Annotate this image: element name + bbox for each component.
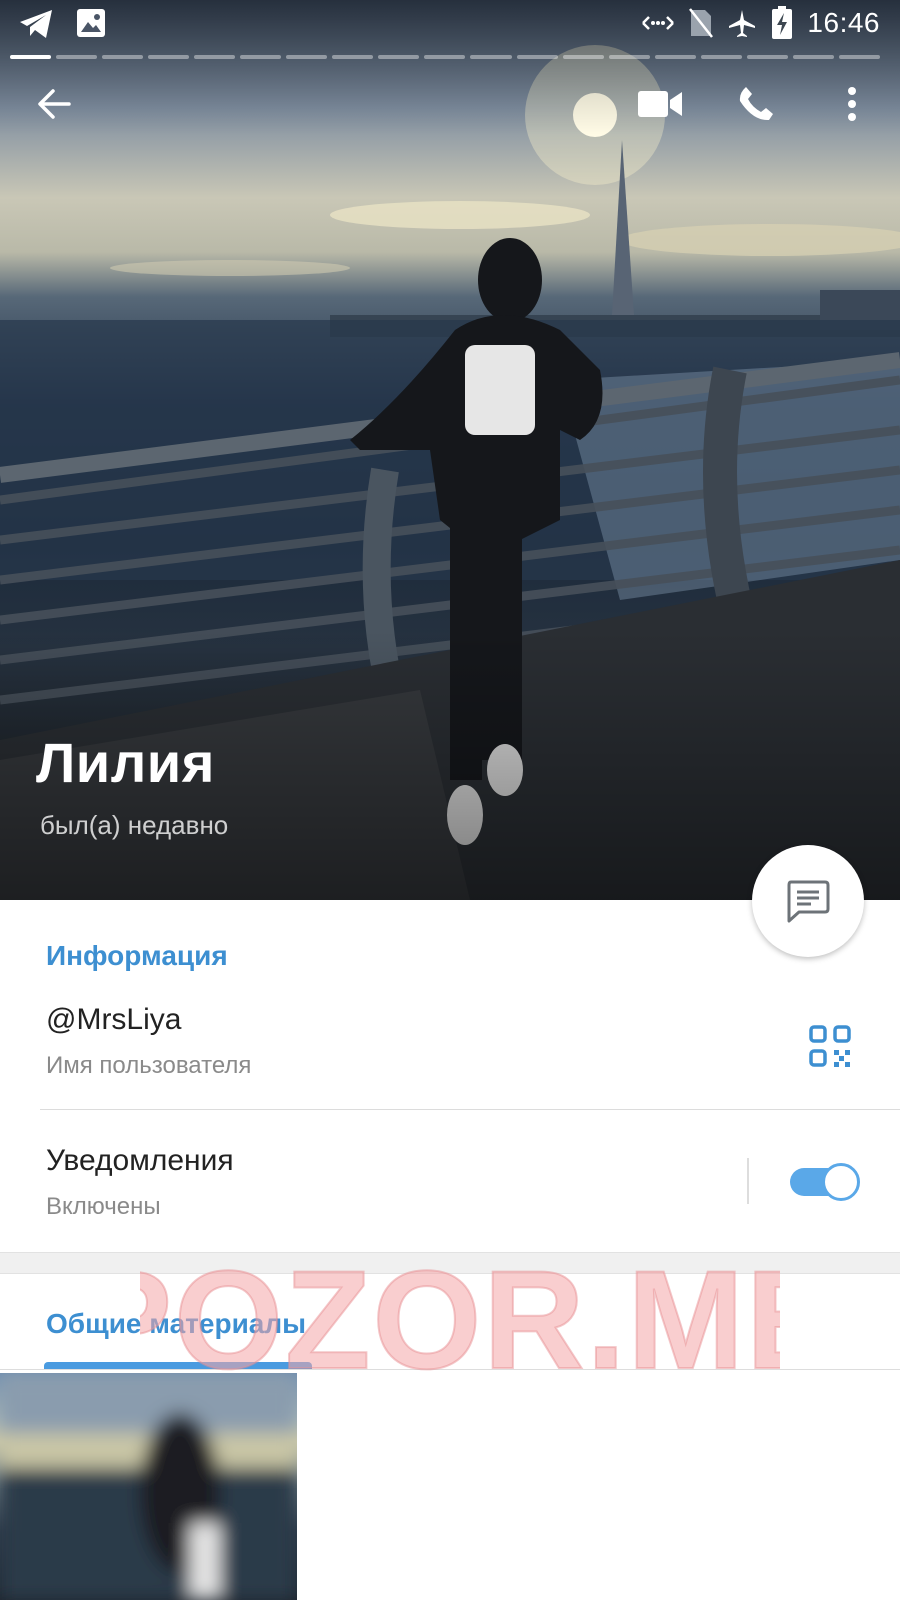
back-button[interactable] <box>22 72 86 136</box>
shared-media-thumbnail[interactable] <box>0 1373 297 1600</box>
story-segment <box>332 55 374 59</box>
video-call-icon <box>638 91 682 117</box>
battery-charging-icon <box>772 6 793 39</box>
qr-code-button[interactable] <box>800 1016 860 1076</box>
story-segment <box>102 55 144 59</box>
story-segment <box>516 55 558 59</box>
story-segment <box>424 55 466 59</box>
notifications-toggle[interactable] <box>790 1163 860 1201</box>
story-segment <box>608 55 650 59</box>
phone-icon <box>739 87 773 121</box>
toggle-knob <box>822 1163 860 1201</box>
message-icon <box>787 880 830 923</box>
status-time: 16:46 <box>807 7 880 38</box>
watermark-logo: POZOR.ME <box>140 1250 780 1399</box>
no-sim-icon <box>689 8 714 38</box>
airplane-icon <box>729 10 756 37</box>
vertical-separator <box>747 1158 749 1204</box>
more-options-button[interactable] <box>820 72 884 136</box>
story-segment <box>194 55 236 59</box>
data-sync-icon <box>642 16 675 30</box>
image-icon <box>77 9 105 37</box>
send-message-button[interactable] <box>752 845 864 957</box>
qr-code-icon <box>809 1025 851 1067</box>
story-segment <box>746 55 788 59</box>
media-thumbnail-image <box>0 1373 297 1600</box>
story-segment <box>10 55 52 59</box>
info-section-title: Информация <box>46 940 228 971</box>
notifications-label: Уведомления <box>46 1144 234 1177</box>
telegram-icon <box>20 10 52 38</box>
top-action-bar <box>0 72 900 136</box>
story-segment <box>56 55 98 59</box>
story-segment <box>470 55 512 59</box>
story-segment <box>700 55 742 59</box>
story-segment <box>792 55 834 59</box>
phone-call-button[interactable] <box>724 72 788 136</box>
story-segment <box>286 55 328 59</box>
story-segment <box>562 55 604 59</box>
story-segment <box>148 55 190 59</box>
back-arrow-icon <box>38 89 71 119</box>
story-segment <box>378 55 420 59</box>
video-call-button[interactable] <box>628 72 692 136</box>
story-progress <box>10 55 880 59</box>
username-caption: Имя пользователя <box>46 1052 252 1079</box>
story-segment <box>838 55 880 59</box>
profile-status: был(а) недавно <box>40 810 229 840</box>
username-value[interactable]: @MrsLiya <box>46 1003 181 1037</box>
notifications-state: Включены <box>46 1193 161 1220</box>
story-segment <box>240 55 282 59</box>
more-vert-icon <box>848 87 856 121</box>
story-segment <box>654 55 696 59</box>
status-bar: 16:46 <box>0 0 900 50</box>
row-divider <box>40 1109 900 1110</box>
profile-name: Лилия <box>36 731 215 794</box>
svg-text:POZOR.ME: POZOR.ME <box>140 1250 780 1398</box>
